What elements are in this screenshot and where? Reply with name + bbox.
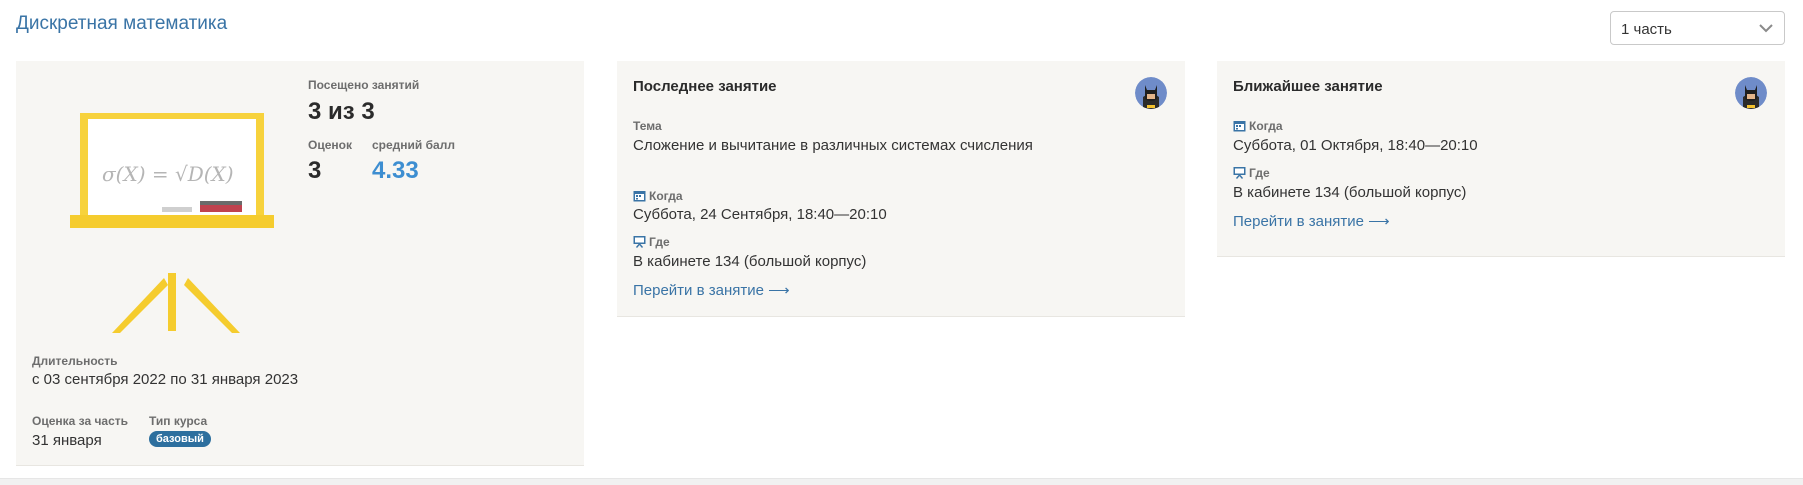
next-where-label: Где <box>1249 166 1270 180</box>
calendar-icon <box>1233 121 1246 132</box>
course-type-badge: базовый <box>149 431 211 447</box>
next-when-value: Суббота, 01 Октября, 18:40—20:10 <box>1233 137 1478 154</box>
part-grade-label: Оценка за часть <box>32 414 129 428</box>
last-when-value: Суббота, 24 Сентября, 18:40—20:10 <box>633 206 887 223</box>
last-lesson-card: Последнее занятие Тема Сложение и вычита… <box>617 61 1185 317</box>
duration-label: Длительность <box>32 354 118 368</box>
page: Дискретная математика 1 часть σ(X) = √D(… <box>0 0 1803 485</box>
last-where-row: Где <box>633 235 670 249</box>
duration-value: с 03 сентября 2022 по 31 января 2023 <box>32 371 299 388</box>
next-go-to-lesson-link[interactable]: Перейти в занятие ⟶ <box>1233 212 1390 230</box>
next-when-row: Когда <box>1233 119 1283 133</box>
last-topic-label: Тема <box>633 119 662 133</box>
attended-value: 3 из 3 <box>308 98 375 125</box>
grades-label: Оценок <box>308 138 352 152</box>
next-where-row: Где <box>1233 166 1270 180</box>
course-type-label: Тип курса <box>149 414 208 428</box>
avatar-icon[interactable] <box>1735 77 1767 109</box>
course-stats-card: σ(X) = √D(X) Посещено занятий 3 из 3 Оце… <box>16 61 584 466</box>
avatar-icon[interactable] <box>1135 77 1167 109</box>
part-select[interactable]: 1 часть <box>1610 11 1785 45</box>
whiteboard-illustration: σ(X) = √D(X) <box>70 113 274 333</box>
part-grade-value: 31 января <box>32 432 102 449</box>
board-formula: σ(X) = √D(X) <box>102 162 234 186</box>
last-when-row: Когда <box>633 189 683 203</box>
attended-label: Посещено занятий <box>308 78 420 92</box>
presentation-icon <box>1233 167 1246 179</box>
next-where-value: В кабинете 134 (большой корпус) <box>1233 184 1467 201</box>
last-where-label: Где <box>649 235 670 249</box>
course-title: Дискретная математика <box>16 13 228 34</box>
chevron-down-icon <box>1759 24 1773 33</box>
last-where-value: В кабинете 134 (большой корпус) <box>633 253 867 270</box>
bottom-divider <box>0 478 1803 485</box>
next-when-label: Когда <box>1249 119 1283 133</box>
presentation-icon <box>633 236 646 248</box>
avg-value: 4.33 <box>372 157 419 184</box>
next-lesson-heading: Ближайшее занятие <box>1233 78 1383 95</box>
last-topic-value: Сложение и вычитание в различных система… <box>633 137 1033 154</box>
part-select-value: 1 часть <box>1621 21 1672 38</box>
last-go-to-lesson-link[interactable]: Перейти в занятие ⟶ <box>633 281 790 299</box>
grades-value: 3 <box>308 157 322 184</box>
last-when-label: Когда <box>649 189 683 203</box>
next-lesson-card: Ближайшее занятие Когда Суббота, 01 Октя… <box>1217 61 1785 257</box>
last-lesson-heading: Последнее занятие <box>633 78 777 95</box>
avg-label: средний балл <box>372 138 455 152</box>
calendar-icon <box>633 191 646 202</box>
